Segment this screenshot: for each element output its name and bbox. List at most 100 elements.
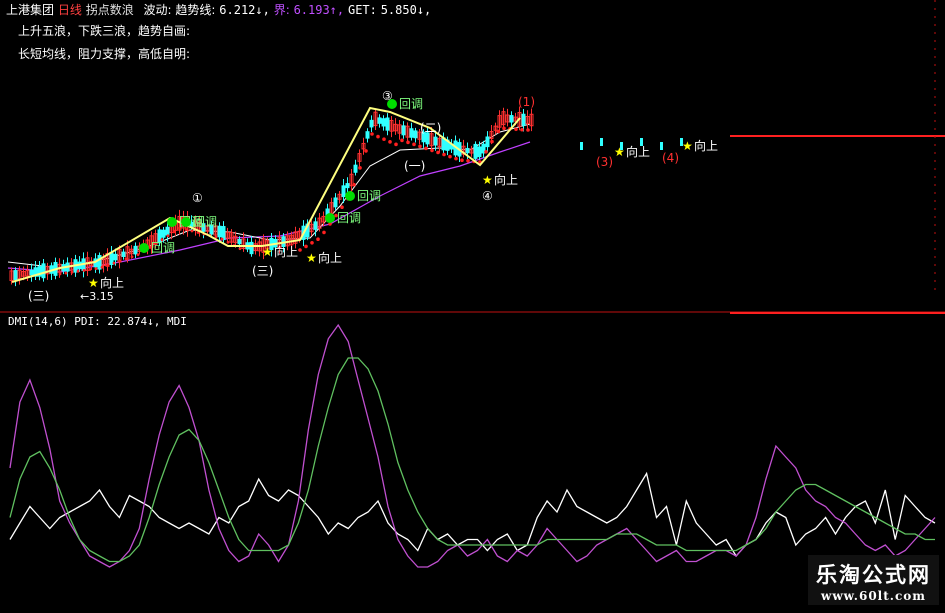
callback-dot (139, 243, 149, 253)
candle-body (113, 253, 118, 261)
candle-body (409, 128, 414, 138)
callback-label: 回调 (399, 97, 423, 111)
upward-label: 向上 (274, 244, 298, 259)
support-dot (490, 139, 494, 144)
callback-label: 回调 (193, 215, 217, 229)
price-panel: 回调回调回调 回调回调回调★ 向上★ 向上 ★ 向上★ 向上★ 向上 ★ 向上①③④(三)(三)(… (7, 89, 718, 303)
support-dot (112, 261, 116, 265)
description-line-1: 上升五浪，下跌三浪，趋势自画: (18, 24, 191, 38)
candle-body (369, 119, 374, 128)
callback-label: 回调 (337, 211, 361, 225)
support-dot (190, 229, 194, 233)
support-dot (502, 126, 506, 131)
star-icon: ★ (306, 251, 317, 265)
get-value: 5.850↓, (380, 3, 432, 17)
candle-body (465, 148, 470, 154)
trend-label: 趋势线: (175, 3, 216, 17)
wave-mark: (三) (252, 264, 273, 278)
candle-body (600, 138, 603, 146)
star-icon: ★ (262, 245, 273, 259)
support-dot (388, 140, 392, 144)
upward-label: 向上 (694, 138, 718, 153)
support-dot (466, 159, 470, 163)
support-dot (460, 158, 464, 162)
support-dot (382, 137, 386, 142)
candle-body (381, 118, 386, 127)
series-mdi (9, 323, 936, 568)
stock-name: 上港集团 (6, 3, 55, 17)
mdi-label: MDI (166, 315, 187, 328)
star-icon: ★ (88, 276, 99, 290)
support-dot (310, 241, 314, 245)
callback-dot (325, 213, 335, 223)
support-dot (370, 132, 374, 136)
dmi-header: DMI(14,6) PDI: 22.874↓, MDI (8, 315, 187, 328)
support-dot (172, 230, 176, 234)
wave-mark: (二) (420, 121, 441, 135)
dmi-name: DMI(14,6) (8, 315, 68, 328)
candle-body (97, 255, 102, 270)
support-dot (136, 253, 140, 257)
support-dot (412, 142, 416, 147)
candle-body (473, 143, 478, 159)
candle-body (385, 117, 390, 131)
get-label: GET: (347, 3, 377, 17)
upward-label: 向上 (318, 250, 342, 265)
support-dot (58, 272, 62, 276)
candle-body (580, 142, 583, 150)
support-dot (496, 129, 500, 134)
callback-label: 回调 (151, 241, 175, 255)
wave-mark: (4) (662, 151, 679, 165)
support-dot (376, 134, 380, 139)
trend-value: 6.212↓, (219, 3, 270, 17)
wave-mark: (3) (596, 155, 613, 169)
support-dot (454, 156, 458, 161)
support-dot (448, 154, 452, 159)
wave-mark: ④ (482, 189, 493, 203)
indicator-name: 拐点数浪 (85, 3, 134, 17)
candle-body (365, 131, 370, 139)
upward-label: 向上 (626, 144, 650, 159)
support-dot (358, 166, 362, 170)
wave-mark: (三) (28, 289, 49, 303)
bound-value: 6.193↑, (293, 3, 345, 17)
candle-body (401, 125, 406, 136)
low-price-marker: ←3.15 (80, 290, 114, 303)
series-adx (9, 357, 935, 563)
support-dot (238, 247, 242, 251)
wave-mark: ① (192, 191, 203, 205)
support-dot (352, 182, 356, 187)
description-line-2: 长短均线，阻力支撑，高低自明: (18, 47, 191, 61)
star-icon: ★ (482, 173, 493, 187)
callback-label: 回调 (357, 189, 381, 203)
support-dot (406, 140, 410, 145)
bound-label: 界: (273, 3, 290, 17)
support-dot (130, 255, 134, 259)
support-dot (520, 127, 524, 132)
support-dot (304, 244, 308, 249)
support-dot (226, 240, 230, 244)
callback-dot (345, 191, 355, 201)
support-dot (220, 237, 224, 241)
wave-mark: (一) (404, 159, 425, 173)
support-dot (514, 127, 518, 132)
candle-body (121, 251, 126, 257)
pdi-label: PDI: (74, 315, 101, 328)
candle-body (333, 197, 338, 208)
support-dot (322, 230, 326, 235)
support-dot (64, 271, 68, 275)
support-dot (118, 259, 122, 263)
callback-dot (181, 217, 191, 227)
chart-canvas: 回调回调回调 回调回调回调★ 向上★ 向上 ★ 向上★ 向上★ 向上 ★ 向上①③④(三)(三)(… (0, 0, 945, 568)
candle-body (377, 117, 382, 124)
support-dot (82, 269, 86, 272)
upward-label: 向上 (494, 172, 518, 187)
candle-body (485, 136, 490, 148)
wave-mark: ③ (382, 89, 393, 103)
support-dot (316, 237, 320, 241)
upward-label: 向上 (100, 275, 124, 290)
candle-body (433, 136, 438, 146)
candle-body (521, 113, 526, 126)
support-dot (298, 248, 302, 252)
support-dot (88, 268, 92, 271)
